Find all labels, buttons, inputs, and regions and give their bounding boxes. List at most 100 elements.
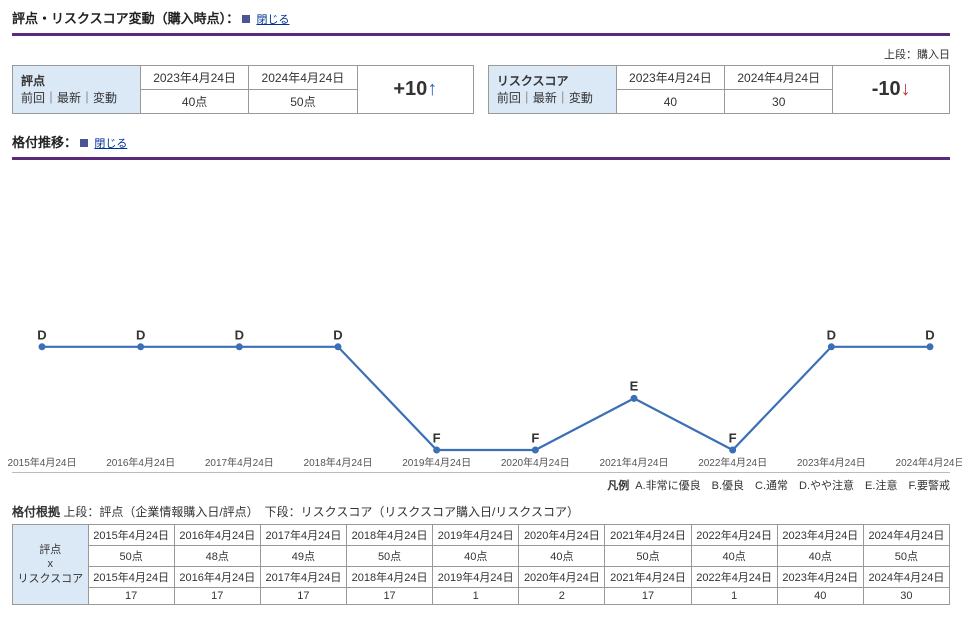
trend-cell: 50点: [88, 546, 174, 567]
close-link-2[interactable]: 閉じる: [94, 138, 127, 150]
hyoten-subheader: 前回｜最新｜変動: [21, 91, 117, 105]
section1-header: 評点・リスクスコア変動（購入時点）： 閉じる: [12, 8, 950, 27]
chart-x-label: 2024年4月24日: [896, 454, 962, 469]
chart-point-label: F: [433, 431, 441, 446]
hyoten-latest-date: 2024年4月24日: [249, 66, 357, 90]
trend-cell: 40点: [519, 546, 605, 567]
chart-point-label: F: [729, 431, 737, 446]
chart-x-label: 2021年4月24日: [600, 454, 669, 469]
trend-cell: 2020年4月24日: [519, 567, 605, 588]
trend-cell: 2021年4月24日: [605, 567, 691, 588]
trend-table-title: 格付根拠 上段：評点（企業情報購入日/評点） 下段：リスクスコア（リスクスコア購…: [12, 503, 950, 520]
divider-2: [12, 157, 950, 160]
up-arrow-icon: ↑: [427, 78, 437, 100]
hyoten-header: 評点: [21, 74, 45, 88]
down-arrow-icon: ↓: [901, 78, 911, 100]
trend-title-rest: 上段：評点（企業情報購入日/評点） 下段：リスクスコア（リスクスコア購入日/リス…: [60, 505, 579, 519]
trend-cell: 40: [777, 588, 863, 605]
hyoten-delta-value: +10: [393, 78, 427, 100]
risk-delta-value: -10: [872, 78, 901, 100]
risk-header-cell: リスクスコア 前回｜最新｜変動: [488, 66, 616, 114]
trend-cell: 1: [433, 588, 519, 605]
divider-1: [12, 33, 950, 36]
hyoten-header-cell: 評点 前回｜最新｜変動: [13, 66, 141, 114]
score-change-table: 評点 前回｜最新｜変動 2023年4月24日 2024年4月24日 +10↑ リ…: [12, 65, 950, 114]
trend-cell: 2023年4月24日: [777, 525, 863, 546]
top-right-note: 上段：購入日: [12, 46, 950, 62]
chart-point-label: D: [235, 327, 244, 342]
hyoten-delta-cell: +10↑: [357, 66, 474, 114]
chart-line: [12, 172, 950, 472]
chart-point-label: D: [925, 327, 934, 342]
chart-point-label: F: [531, 431, 539, 446]
trend-cell: 50点: [347, 546, 433, 567]
hyoten-latest-value: 50点: [249, 90, 357, 114]
trend-cell: 2018年4月24日: [347, 525, 433, 546]
trend-cell: 2022年4月24日: [691, 525, 777, 546]
trend-cell: 30: [863, 588, 949, 605]
trend-cell: 2015年4月24日: [88, 567, 174, 588]
chart-x-label: 2023年4月24日: [797, 454, 866, 469]
trend-cell: 17: [260, 588, 346, 605]
trend-cell: 2023年4月24日: [777, 567, 863, 588]
risk-prev-value: 40: [616, 90, 724, 114]
close-icon-2: [80, 139, 88, 147]
chart-x-label: 2018年4月24日: [304, 454, 373, 469]
risk-subheader: 前回｜最新｜変動: [497, 91, 593, 105]
trend-cell: 2017年4月24日: [260, 525, 346, 546]
trend-cell: 2021年4月24日: [605, 525, 691, 546]
chart-point-label: D: [827, 327, 836, 342]
trend-cell: 48点: [174, 546, 260, 567]
trend-cell: 2016年4月24日: [174, 525, 260, 546]
section2-header: 格付推移： 閉じる: [12, 132, 950, 151]
hyoten-prev-value: 40点: [140, 90, 248, 114]
spacer: [474, 66, 489, 90]
trend-cell: 17: [347, 588, 433, 605]
trend-cell: 2024年4月24日: [863, 567, 949, 588]
trend-table: 評点xリスクスコア2015年4月24日2016年4月24日2017年4月24日2…: [12, 524, 950, 605]
risk-prev-date: 2023年4月24日: [616, 66, 724, 90]
trend-cell: 40点: [691, 546, 777, 567]
chart-x-label: 2015年4月24日: [8, 454, 77, 469]
chart-point-label: D: [136, 327, 145, 342]
chart-legend: 凡例A.非常に優良 B.優良 C.通常 D.やや注意 E.注意 F.要警戒: [12, 477, 950, 493]
chart-x-label: 2019年4月24日: [402, 454, 471, 469]
risk-latest-value: 30: [725, 90, 833, 114]
section1-title: 評点・リスクスコア変動（購入時点）：: [12, 11, 239, 26]
trend-cell: 40点: [433, 546, 519, 567]
risk-latest-date: 2024年4月24日: [725, 66, 833, 90]
hyoten-prev-date: 2023年4月24日: [140, 66, 248, 90]
trend-cell: 2017年4月24日: [260, 567, 346, 588]
chart-x-label: 2022年4月24日: [698, 454, 767, 469]
trend-cell: 49点: [260, 546, 346, 567]
chart-point-label: D: [333, 327, 342, 342]
trend-cell: 2015年4月24日: [88, 525, 174, 546]
trend-cell: 2016年4月24日: [174, 567, 260, 588]
trend-cell: 2020年4月24日: [519, 525, 605, 546]
trend-cell: 2019年4月24日: [433, 567, 519, 588]
section2-title: 格付推移：: [12, 135, 77, 150]
trend-cell: 2022年4月24日: [691, 567, 777, 588]
chart-point-label: E: [630, 379, 639, 394]
chart-point-label: D: [37, 327, 46, 342]
close-link-1[interactable]: 閉じる: [256, 14, 289, 26]
trend-cell: 50点: [605, 546, 691, 567]
trend-cell: 2024年4月24日: [863, 525, 949, 546]
trend-cell: 17: [88, 588, 174, 605]
trend-cell: 50点: [863, 546, 949, 567]
risk-delta-cell: -10↓: [833, 66, 950, 114]
chart-x-label: 2016年4月24日: [106, 454, 175, 469]
chart-x-label: 2017年4月24日: [205, 454, 274, 469]
chart-x-axis: 2015年4月24日2016年4月24日2017年4月24日2018年4月24日…: [12, 454, 950, 470]
trend-cell: 17: [174, 588, 260, 605]
trend-title-prefix: 格付根拠: [12, 505, 60, 519]
rating-chart: 2015年4月24日2016年4月24日2017年4月24日2018年4月24日…: [12, 172, 950, 473]
trend-cell: 17: [605, 588, 691, 605]
trend-row-header: 評点xリスクスコア: [13, 525, 89, 605]
legend-text: A.非常に優良 B.優良 C.通常 D.やや注意 E.注意 F.要警戒: [635, 480, 950, 492]
close-icon: [242, 15, 250, 23]
trend-cell: 2018年4月24日: [347, 567, 433, 588]
chart-x-label: 2020年4月24日: [501, 454, 570, 469]
trend-cell: 2: [519, 588, 605, 605]
trend-cell: 40点: [777, 546, 863, 567]
